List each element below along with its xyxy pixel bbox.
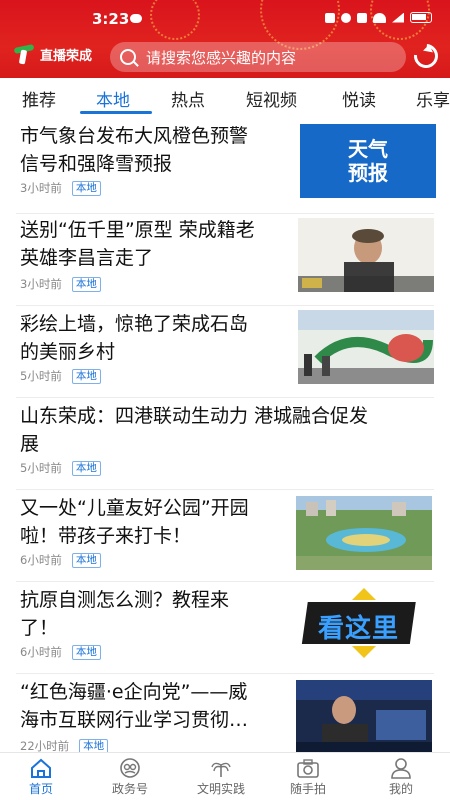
- list-item[interactable]: 彩绘上墙，惊艳了荣成石岛 的美丽乡村 5小时前 本地: [0, 306, 450, 398]
- thumbnail-text: 看这里: [318, 614, 400, 644]
- civilization-icon: [209, 757, 233, 779]
- nav-home[interactable]: 首页: [6, 757, 76, 797]
- news-meta: 5小时前 本地: [20, 460, 101, 476]
- nav-label: 随手拍: [289, 782, 326, 796]
- tab-leisure[interactable]: 乐享: [416, 86, 450, 111]
- news-tag: 本地: [71, 368, 101, 384]
- news-time: 6小时前: [20, 553, 62, 567]
- news-meta: 3小时前 本地: [20, 276, 101, 292]
- news-thumbnail: [298, 310, 434, 384]
- app-header: 3:23 直播荣成 请搜索您感兴趣的内容: [0, 0, 450, 78]
- news-title: “红色海疆·e企向党”——威 海市互联网行业学习贯彻…: [20, 681, 249, 731]
- refresh-icon[interactable]: [409, 39, 443, 73]
- nav-civilization[interactable]: 文明实践: [186, 757, 256, 797]
- user-icon: [389, 757, 413, 779]
- presenter-photo: [296, 680, 432, 752]
- news-tag: 本地: [71, 552, 101, 568]
- news-meta: 3小时前 本地: [20, 180, 101, 196]
- news-thumbnail: 看这里: [296, 586, 432, 660]
- news-meta: 5小时前 本地: [20, 368, 101, 384]
- news-title: 送别“伍千里”原型 荣成籍老 英雄李昌言走了: [20, 219, 255, 269]
- nav-snapshot[interactable]: 随手拍: [273, 757, 343, 797]
- search-input[interactable]: 请搜索您感兴趣的内容: [110, 42, 406, 72]
- cloud-icon: [130, 14, 142, 23]
- camera-icon: [296, 757, 320, 779]
- news-meta: 6小时前 本地: [20, 552, 101, 568]
- news-time: 5小时前: [20, 461, 62, 475]
- search-icon: [120, 49, 136, 65]
- news-tag: 本地: [71, 276, 101, 292]
- app-name: 直播荣成: [40, 48, 93, 64]
- tab-short-video[interactable]: 短视频: [246, 86, 297, 111]
- list-item[interactable]: 又一处“儿童友好公园”开园 啦！带孩子来打卡！ 6小时前 本地: [0, 490, 450, 582]
- news-tag: 本地: [71, 180, 101, 196]
- news-title: 山东荣成：四港联动生动力 港城融合促发 展: [20, 405, 369, 455]
- app-logo[interactable]: 直播荣成: [13, 43, 93, 65]
- nav-profile[interactable]: 我的: [366, 757, 436, 797]
- nav-label: 文明实践: [196, 782, 245, 796]
- bottom-navigation: 首页 政务号 文明实践 随手拍 我的: [0, 752, 450, 800]
- nav-label: 首页: [28, 782, 53, 796]
- news-time: 3小时前: [20, 181, 62, 195]
- list-item[interactable]: “红色海疆·e企向党”——威 海市互联网行业学习贯彻… 22小时前 本地: [0, 674, 450, 754]
- list-item[interactable]: 送别“伍千里”原型 荣成籍老 英雄李昌言走了 3小时前 本地: [0, 214, 450, 306]
- status-time: 3:23: [92, 10, 130, 28]
- nfc-icon: [325, 12, 335, 23]
- tab-reading[interactable]: 悦读: [342, 86, 376, 111]
- portrait-photo: [298, 218, 434, 292]
- news-tag: 本地: [71, 644, 101, 660]
- search-placeholder: 请搜索您感兴趣的内容: [146, 48, 297, 67]
- status-bar: 3:23: [0, 8, 450, 30]
- government-icon: [118, 757, 142, 779]
- mute-icon: [357, 12, 367, 23]
- news-title: 又一处“儿童友好公园”开园 啦！带孩子来打卡！: [20, 497, 249, 547]
- thumbnail-text: 天气 预报: [348, 137, 388, 185]
- tab-local[interactable]: 本地: [96, 86, 130, 111]
- nav-label: 我的: [388, 782, 413, 796]
- tab-recommend[interactable]: 推荐: [22, 86, 56, 111]
- news-thumbnail: [296, 680, 432, 752]
- alarm-icon: [341, 12, 351, 23]
- news-thumbnail: 天气 预报: [300, 124, 436, 198]
- news-title: 抗原自测怎么测？教程来 了！: [20, 589, 230, 639]
- battery-icon: [410, 12, 432, 23]
- news-meta: 6小时前 本地: [20, 644, 101, 660]
- signal-icon: [392, 12, 404, 23]
- nav-government[interactable]: 政务号: [95, 757, 165, 797]
- park-photo: [296, 496, 432, 570]
- home-icon: [29, 757, 53, 779]
- news-time: 5小时前: [20, 369, 62, 383]
- wifi-icon: [373, 12, 386, 23]
- category-tabs: 推荐 本地 热点 短视频 悦读 乐享: [0, 78, 450, 118]
- active-tab-indicator: [80, 111, 152, 114]
- tab-hot[interactable]: 热点: [171, 86, 205, 111]
- list-item[interactable]: 市气象台发布大风橙色预警 信号和强降雪预报 3小时前 本地 天气 预报: [0, 118, 450, 214]
- logo-mark-icon: [13, 43, 36, 65]
- system-icons: [325, 12, 432, 23]
- news-title: 市气象台发布大风橙色预警 信号和强降雪预报: [20, 125, 249, 175]
- news-thumbnail: [296, 496, 432, 570]
- news-tag: 本地: [71, 460, 101, 476]
- list-item[interactable]: 抗原自测怎么测？教程来 了！ 6小时前 本地 看这里: [0, 582, 450, 674]
- list-item[interactable]: 山东荣成：四港联动生动力 港城融合促发 展 5小时前 本地: [0, 398, 450, 490]
- nav-label: 政务号: [111, 782, 148, 796]
- news-time: 3小时前: [20, 277, 62, 291]
- news-thumbnail: [298, 218, 434, 292]
- news-title: 彩绘上墙，惊艳了荣成石岛 的美丽乡村: [20, 313, 249, 363]
- mural-photo: [298, 310, 434, 384]
- news-time: 6小时前: [20, 645, 62, 659]
